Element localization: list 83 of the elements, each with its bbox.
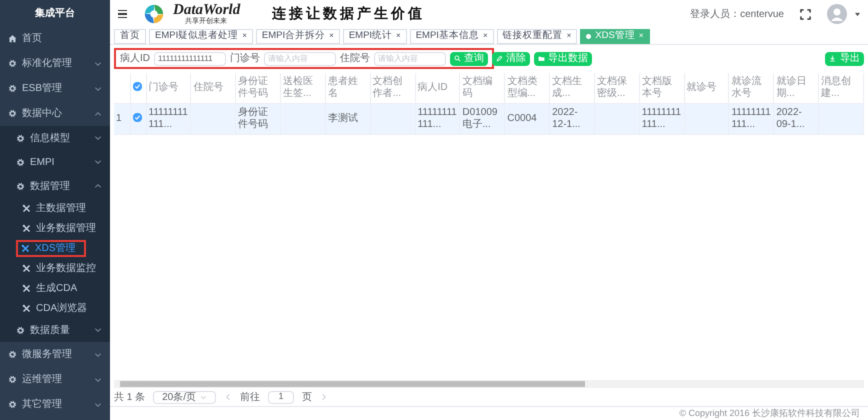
logo-text: DataWorld	[173, 3, 240, 18]
sidebar-item[interactable]: CDA浏览器	[0, 298, 110, 318]
close-icon[interactable]: ×	[242, 30, 247, 42]
page-input[interactable]: 1	[268, 390, 294, 404]
sidebar-item[interactable]: 生成CDA	[0, 278, 110, 298]
field-label: 门诊号	[230, 52, 260, 66]
avatar[interactable]	[827, 4, 847, 24]
field-label: 住院号	[340, 52, 370, 66]
sidebar-item[interactable]: XDS管理	[0, 238, 110, 258]
chevron-left-icon	[224, 393, 232, 401]
tab[interactable]: EMPI疑似患者处理 ×	[149, 28, 253, 44]
tools-icon	[21, 244, 30, 252]
input-field[interactable]: 请输入内容	[374, 52, 446, 66]
row-number: 1	[114, 104, 130, 134]
input-field[interactable]: 请输入内容	[264, 52, 336, 66]
page-size-select[interactable]: 20条/页	[153, 390, 216, 404]
chevron-down-icon	[200, 394, 208, 400]
tab[interactable]: EMPI合并拆分 ×	[256, 28, 340, 44]
close-icon[interactable]: ×	[482, 30, 488, 42]
sidebar-title: 集成平台	[34, 6, 76, 20]
folder-icon	[538, 55, 545, 62]
slogan-text: 连接让数据产生价值	[272, 4, 426, 24]
table-cell: 11111111111...	[415, 104, 460, 134]
sidebar-item[interactable]: 微服务管理	[0, 342, 110, 367]
sidebar-item[interactable]: 信息模型	[0, 126, 110, 150]
fullscreen-icon[interactable]	[800, 8, 811, 20]
tools-icon	[22, 224, 31, 232]
table-cell: D01009电子...	[460, 104, 505, 134]
gear-icon	[16, 326, 25, 334]
close-icon[interactable]: ×	[566, 30, 572, 42]
tab[interactable]: EMPI统计 ×	[342, 28, 407, 44]
user-label: 登录人员：centervue	[690, 8, 784, 22]
gear-icon	[8, 109, 17, 118]
field-label: 病人ID	[120, 52, 150, 66]
table-cell: 11111111111...	[639, 104, 684, 134]
table-cell: 2022-12-1...	[550, 104, 594, 134]
close-icon[interactable]: ×	[329, 30, 334, 42]
table-cell: 2022-09-1...	[774, 104, 819, 134]
home-icon	[8, 34, 17, 43]
table-cell: 11111111111...	[146, 104, 191, 134]
input-field[interactable]: 11111111111111	[154, 52, 226, 66]
gear-icon	[16, 158, 25, 166]
gear-icon	[16, 134, 25, 142]
table-cell: 身份证件号码	[236, 104, 281, 134]
sidebar-item[interactable]: 运维管理	[0, 367, 110, 392]
table-cell: C0004	[504, 104, 550, 134]
sidebar-item[interactable]: 业务数据监控	[0, 258, 110, 278]
gear-icon	[8, 84, 17, 93]
checkbox[interactable]	[132, 82, 142, 91]
tab[interactable]: 首页	[114, 28, 146, 44]
menu-icon[interactable]	[118, 10, 127, 18]
checkbox[interactable]	[132, 113, 142, 122]
logo-icon	[143, 3, 165, 25]
caret-icon[interactable]	[855, 12, 860, 16]
tools-icon	[22, 284, 31, 292]
sidebar-item[interactable]: 主数据管理	[0, 198, 110, 218]
close-icon[interactable]: ×	[396, 30, 401, 42]
total-count: 共 1 条	[114, 390, 146, 404]
sidebar-item[interactable]: 业务数据管理	[0, 218, 110, 238]
gear-icon	[8, 375, 17, 384]
copyright-text: © Copyright 2016 长沙康拓软件科技有限公司	[679, 406, 860, 420]
chevron-right-icon	[320, 393, 328, 401]
tools-icon	[22, 304, 31, 312]
tab[interactable]: EMPI基本信息 ×	[410, 28, 494, 44]
tools-icon	[22, 264, 31, 272]
tab[interactable]: 链接权重配置 ×	[496, 28, 578, 44]
search-icon	[454, 55, 461, 62]
gear-icon	[8, 400, 17, 409]
table-cell: 11111111111...	[728, 104, 774, 134]
tools-icon	[22, 204, 31, 212]
pencil-icon	[496, 55, 503, 62]
horizontal-scrollbar[interactable]	[114, 380, 864, 388]
sidebar-item[interactable]: 其它管理	[0, 392, 110, 417]
sidebar-item[interactable]: EMPI	[0, 150, 110, 174]
download-icon	[829, 55, 836, 62]
page-suffix: 页	[302, 390, 312, 404]
goto-label: 前往	[240, 390, 260, 404]
gear-icon	[16, 182, 25, 190]
table-cell: 李测试	[325, 104, 370, 134]
gear-icon	[8, 350, 17, 359]
sidebar-item[interactable]: 数据管理	[0, 174, 110, 198]
sidebar-item[interactable]: 数据质量	[0, 318, 110, 342]
gear-icon	[8, 59, 17, 68]
